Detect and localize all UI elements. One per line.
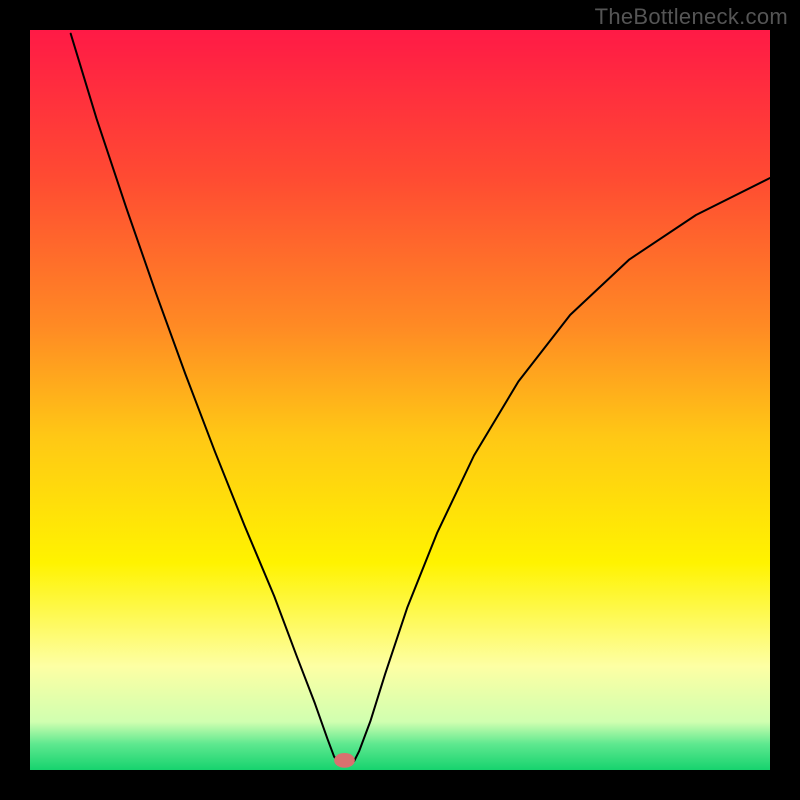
minimum-marker [334,753,355,768]
bottleneck-chart [0,0,800,800]
plot-background [30,30,770,770]
chart-container: TheBottleneck.com [0,0,800,800]
watermark-text: TheBottleneck.com [595,4,788,30]
